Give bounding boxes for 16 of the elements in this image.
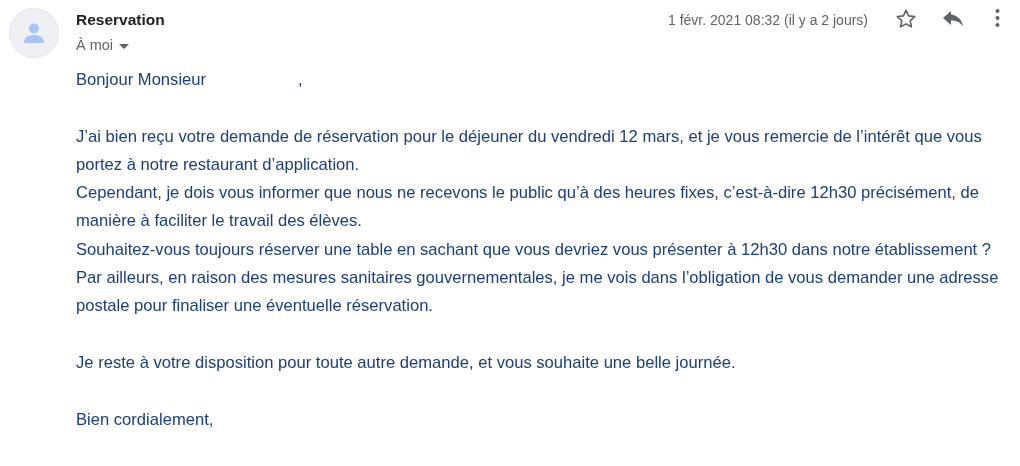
star-icon[interactable] [895,8,917,30]
body-paragraph: J’ai bien reçu votre demande de réservation pour le déjeuner du vendredi 12 mars, et je vous remercie de l’intérêt que vous portez à notre restaurant d’application. [76,125,983,176]
body-paragraph: Bien cordialement, [76,408,215,431]
sender-name: Reservation [76,10,166,30]
reply-icon[interactable] [942,8,964,28]
body-paragraph: Cependant, je dois vous informer que nous ne recevons le public qu’à des heures fixes, c’est-à-dire 12h30 précisément, de manière à faciliter le travail des élèves. [76,182,981,233]
greeting-comma: , [298,69,303,91]
recipient-label: À moi [76,36,114,56]
dropdown-icon[interactable] [119,43,130,49]
body-paragraph: Par ailleurs, en raison des mesures sanitaires gouvernementales, je me vois dans l’obligation de vous demander une adresse postale pour finaliser une éventuelle réservation. [76,267,1000,318]
more-options-icon[interactable] [995,8,1000,28]
body-paragraph: Souhaitez-vous toujours réserver une table en sachant que vous devriez vous présenter à 12h30 dans notre établissement ? [76,238,993,261]
greeting: Bonjour Monsieur [76,69,207,91]
person-icon [23,22,45,44]
body-paragraph: Je reste à votre disposition pour toute autre demande, et vous souhaite une belle journée. [76,351,737,374]
message-date: 1 févr. 2021 08:32 (il y a 2 jours) [668,11,868,30]
